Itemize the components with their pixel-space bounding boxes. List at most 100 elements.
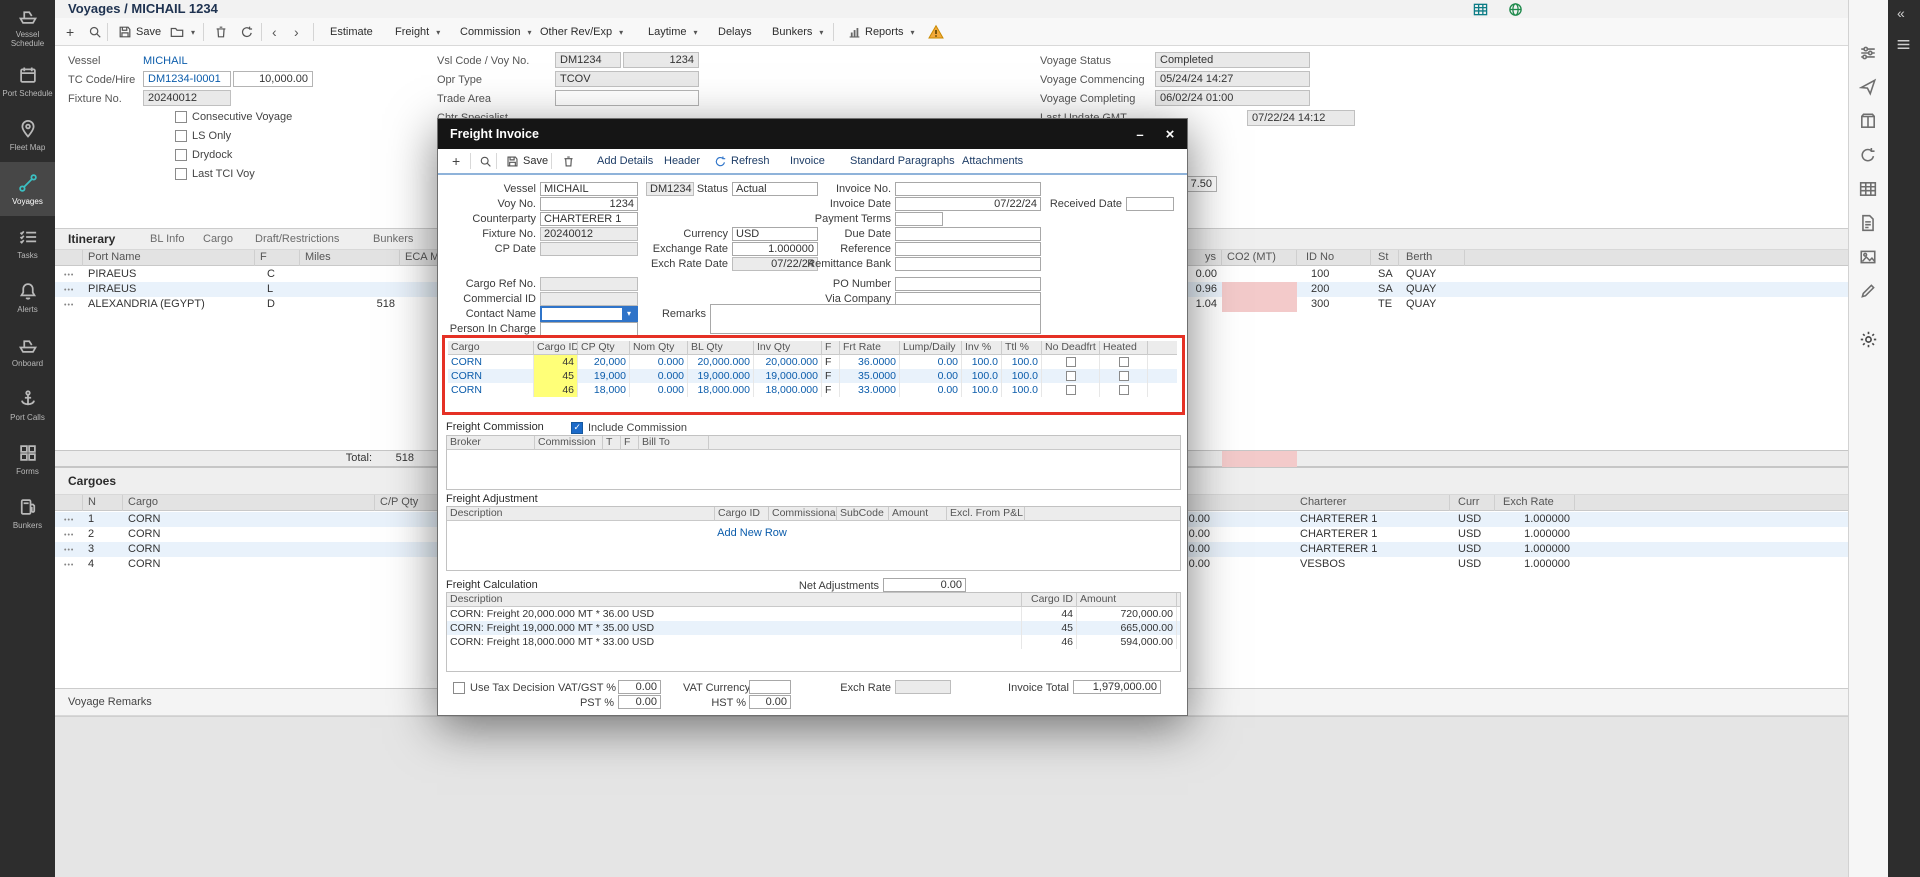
- row-menu-icon[interactable]: [59, 297, 83, 312]
- cp-qty-header[interactable]: CP Qty: [578, 341, 630, 355]
- sidebar-item-alerts[interactable]: Alerts: [0, 270, 55, 324]
- heated-checkbox[interactable]: [1100, 369, 1148, 383]
- warning-icon[interactable]: [923, 18, 949, 46]
- use-tax-decision-checkbox[interactable]: Use Tax Decision: [453, 681, 555, 695]
- invoice-cargo-row[interactable]: CORN 44 20,000 0.000 20,000.000 20,000.0…: [448, 355, 1177, 369]
- cargo-id-header[interactable]: Cargo ID: [1022, 593, 1077, 607]
- row-menu-icon[interactable]: [59, 512, 83, 527]
- no-deadfrt-checkbox[interactable]: [1042, 369, 1100, 383]
- cargo-header[interactable]: Cargo: [123, 495, 375, 511]
- grid-icon[interactable]: [1859, 180, 1879, 200]
- add-new-row-link[interactable]: Add New Row: [677, 527, 827, 539]
- commissionable-header[interactable]: Commissionable: [769, 507, 837, 521]
- vessel-field[interactable]: MICHAIL: [540, 182, 638, 196]
- standard-paragraphs-tab[interactable]: Standard Paragraphs: [846, 149, 959, 173]
- payment-terms-field[interactable]: [895, 212, 943, 226]
- invoice-cargo-row[interactable]: CORN 45 19,000 0.000 19,000.000 19,000.0…: [448, 369, 1177, 383]
- miles-header[interactable]: Miles: [300, 250, 400, 266]
- counterparty-field[interactable]: CHARTERER 1: [540, 212, 638, 226]
- minimize-button[interactable]: [1125, 119, 1155, 149]
- row-menu-icon[interactable]: [59, 542, 83, 557]
- due-date-field[interactable]: [895, 227, 1041, 241]
- heated-checkbox[interactable]: [1100, 383, 1148, 397]
- row-menu-icon[interactable]: [59, 267, 83, 282]
- amount-header[interactable]: Amount: [1077, 593, 1177, 607]
- sidebar-item-tasks[interactable]: Tasks: [0, 216, 55, 270]
- sidebar-item-bunkers[interactable]: Bunkers: [0, 486, 55, 540]
- t-header[interactable]: T: [603, 436, 621, 450]
- row-menu-icon[interactable]: [59, 557, 83, 572]
- reference-field[interactable]: [895, 242, 1041, 256]
- sync-icon[interactable]: [1859, 146, 1879, 166]
- reports-menu[interactable]: Reports: [843, 18, 920, 46]
- calculation-row[interactable]: CORN: Freight 18,000.000 MT * 33.00 USD …: [447, 635, 1180, 649]
- gear-icon[interactable]: [1859, 330, 1879, 350]
- net-adjustments-field[interactable]: 0.00: [883, 578, 966, 592]
- attachments-tab[interactable]: Attachments: [958, 149, 1027, 173]
- row-menu-icon[interactable]: [59, 527, 83, 542]
- search-button[interactable]: [475, 149, 496, 173]
- person-in-charge-field[interactable]: [540, 322, 638, 336]
- save-button[interactable]: Save: [113, 18, 166, 46]
- cargo-ref-no-field[interactable]: [540, 277, 638, 291]
- ls-only-checkbox[interactable]: LS Only: [175, 129, 231, 143]
- subcode-header[interactable]: SubCode: [837, 507, 889, 521]
- invoice-tab[interactable]: Invoice: [786, 149, 829, 173]
- commission-menu[interactable]: Commission: [455, 18, 537, 46]
- sliders-icon[interactable]: [1859, 44, 1879, 64]
- inv-qty-header[interactable]: Inv Qty: [754, 341, 822, 355]
- no-deadfrt-checkbox[interactable]: [1042, 383, 1100, 397]
- remarks-field[interactable]: [710, 304, 1041, 334]
- tc-hire-field[interactable]: 10,000.00: [233, 71, 313, 87]
- heated-checkbox[interactable]: [1100, 355, 1148, 369]
- delete-button[interactable]: [558, 149, 579, 173]
- sidebar-item-port-calls[interactable]: Port Calls: [0, 378, 55, 432]
- laytime-menu[interactable]: Laytime: [643, 18, 703, 46]
- search-button[interactable]: [83, 18, 107, 46]
- description-header[interactable]: Description: [447, 507, 715, 521]
- calculation-row[interactable]: CORN: Freight 19,000.000 MT * 35.00 USD …: [447, 621, 1180, 635]
- received-date-field[interactable]: [1126, 197, 1174, 211]
- consecutive-voyage-checkbox[interactable]: Consecutive Voyage: [175, 110, 292, 124]
- tab-bl-info[interactable]: BL Info: [150, 233, 184, 245]
- vat-currency-field[interactable]: [749, 680, 791, 694]
- invoice-date-field[interactable]: 07/22/24: [895, 197, 1041, 211]
- copy-menu-button[interactable]: [165, 18, 200, 46]
- no-deadfrt-checkbox[interactable]: [1042, 355, 1100, 369]
- refresh-button[interactable]: [235, 18, 259, 46]
- menu-icon[interactable]: [1895, 36, 1912, 53]
- invoice-no-field[interactable]: [895, 182, 1041, 196]
- po-number-field[interactable]: [895, 277, 1041, 291]
- back-button[interactable]: ‹: [267, 18, 282, 46]
- amount-header[interactable]: Amount: [889, 507, 947, 521]
- contact-name-dropdown[interactable]: [540, 306, 638, 322]
- charterer-header[interactable]: Charterer: [1295, 495, 1450, 511]
- commercial-id-field[interactable]: [540, 292, 638, 306]
- document-icon[interactable]: [1859, 214, 1879, 234]
- remittance-bank-field[interactable]: [895, 257, 1041, 271]
- vsl-code-field[interactable]: DM1234: [555, 52, 621, 68]
- close-button[interactable]: [1155, 119, 1185, 149]
- nom-qty-header[interactable]: Nom Qty: [630, 341, 688, 355]
- sidebar-item-fleet-map[interactable]: Fleet Map: [0, 108, 55, 162]
- add-details-button[interactable]: Add Details: [593, 149, 657, 173]
- package-icon[interactable]: [1859, 112, 1879, 132]
- collapse-panel-icon[interactable]: [1897, 5, 1905, 21]
- hst-field[interactable]: 0.00: [749, 695, 791, 709]
- berth-header[interactable]: Berth: [1401, 250, 1465, 266]
- excl-from-pnl-header[interactable]: Excl. From P&L: [947, 507, 1025, 521]
- edit-icon[interactable]: [1859, 282, 1879, 302]
- bl-qty-header[interactable]: BL Qty: [688, 341, 754, 355]
- image-icon[interactable]: [1859, 248, 1879, 268]
- other-rev-exp-menu[interactable]: Other Rev/Exp: [535, 18, 628, 46]
- id-no-header[interactable]: ID No: [1301, 250, 1371, 266]
- tab-draft-restrictions[interactable]: Draft/Restrictions: [255, 233, 339, 245]
- cargo-header[interactable]: Cargo: [448, 341, 534, 355]
- invoice-cargo-row[interactable]: CORN 46 18,000 0.000 18,000.000 18,000.0…: [448, 383, 1177, 397]
- save-button[interactable]: Save: [502, 149, 552, 173]
- st-header[interactable]: St: [1373, 250, 1399, 266]
- fixture-field[interactable]: 20240012: [143, 90, 231, 106]
- tab-bunkers[interactable]: Bunkers: [373, 233, 413, 245]
- header-button[interactable]: Header: [660, 149, 704, 173]
- tc-code-field[interactable]: DM1234-I0001: [143, 71, 231, 87]
